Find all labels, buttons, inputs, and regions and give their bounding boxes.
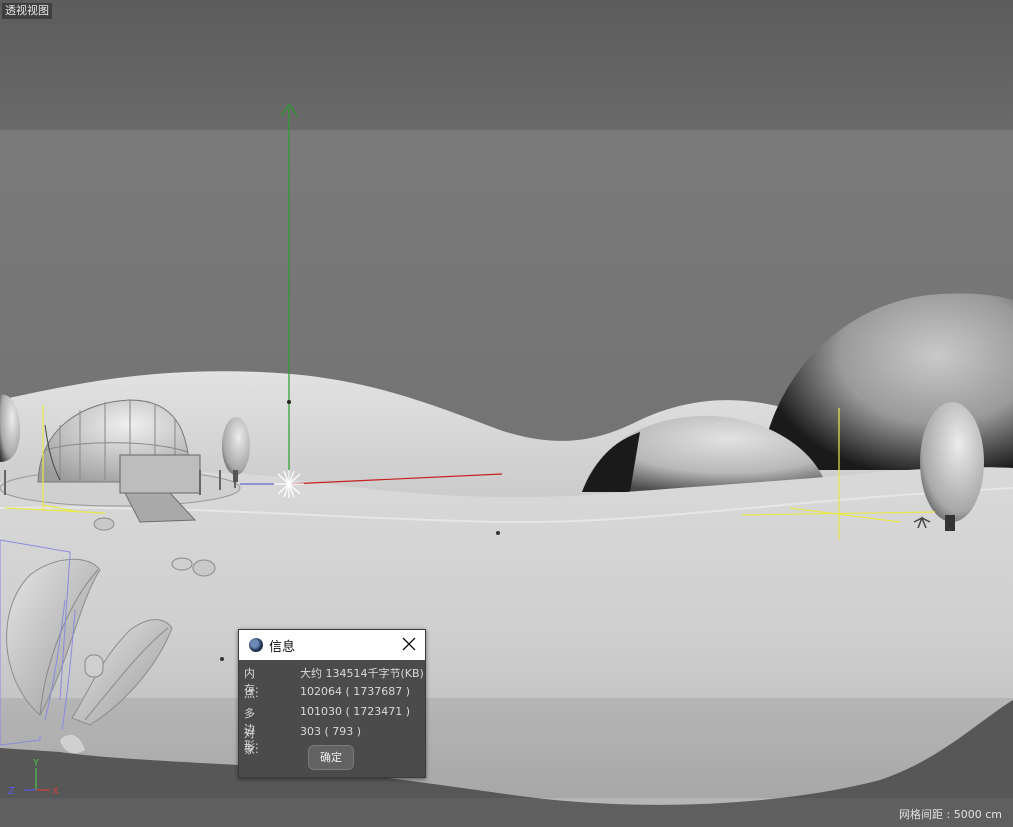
- close-icon[interactable]: [399, 634, 419, 654]
- axis-label-y: Y: [32, 758, 40, 769]
- dialog-title: 信息: [269, 640, 296, 655]
- viewport-title[interactable]: 透视视图: [2, 3, 52, 19]
- light-star-icon: [274, 470, 304, 498]
- dialog-titlebar[interactable]: 信息: [239, 630, 425, 660]
- perspective-viewport[interactable]: Y Z X 透视视图 网格间距 : 5000 cm 信息 内存: 大约 1345…: [0, 0, 1013, 827]
- background-sky: [0, 0, 1013, 130]
- info-label: 点:: [244, 687, 259, 700]
- info-value: 101030 ( 1723471 ): [300, 705, 411, 718]
- info-value: 大约 134514千字节(KB): [300, 667, 424, 680]
- info-dialog: 信息 内存: 大约 134514千字节(KB) 点: 102064 ( 1737…: [238, 629, 426, 778]
- cinema4d-app-icon: [249, 638, 263, 652]
- info-value: 303 ( 793 ): [300, 725, 362, 738]
- info-value: 102064 ( 1737687 ): [300, 685, 411, 698]
- axis-label-x: X: [52, 786, 59, 797]
- info-label: 对象:: [244, 727, 259, 756]
- rock: [171, 557, 193, 571]
- rock: [93, 517, 115, 531]
- axis-label-z: Z: [8, 786, 15, 797]
- scene-render[interactable]: Y Z X: [0, 0, 1013, 827]
- ok-button[interactable]: 确定: [308, 745, 354, 770]
- rock: [192, 559, 216, 577]
- grid-spacing-label: 网格间距 : 5000 cm: [899, 808, 1002, 821]
